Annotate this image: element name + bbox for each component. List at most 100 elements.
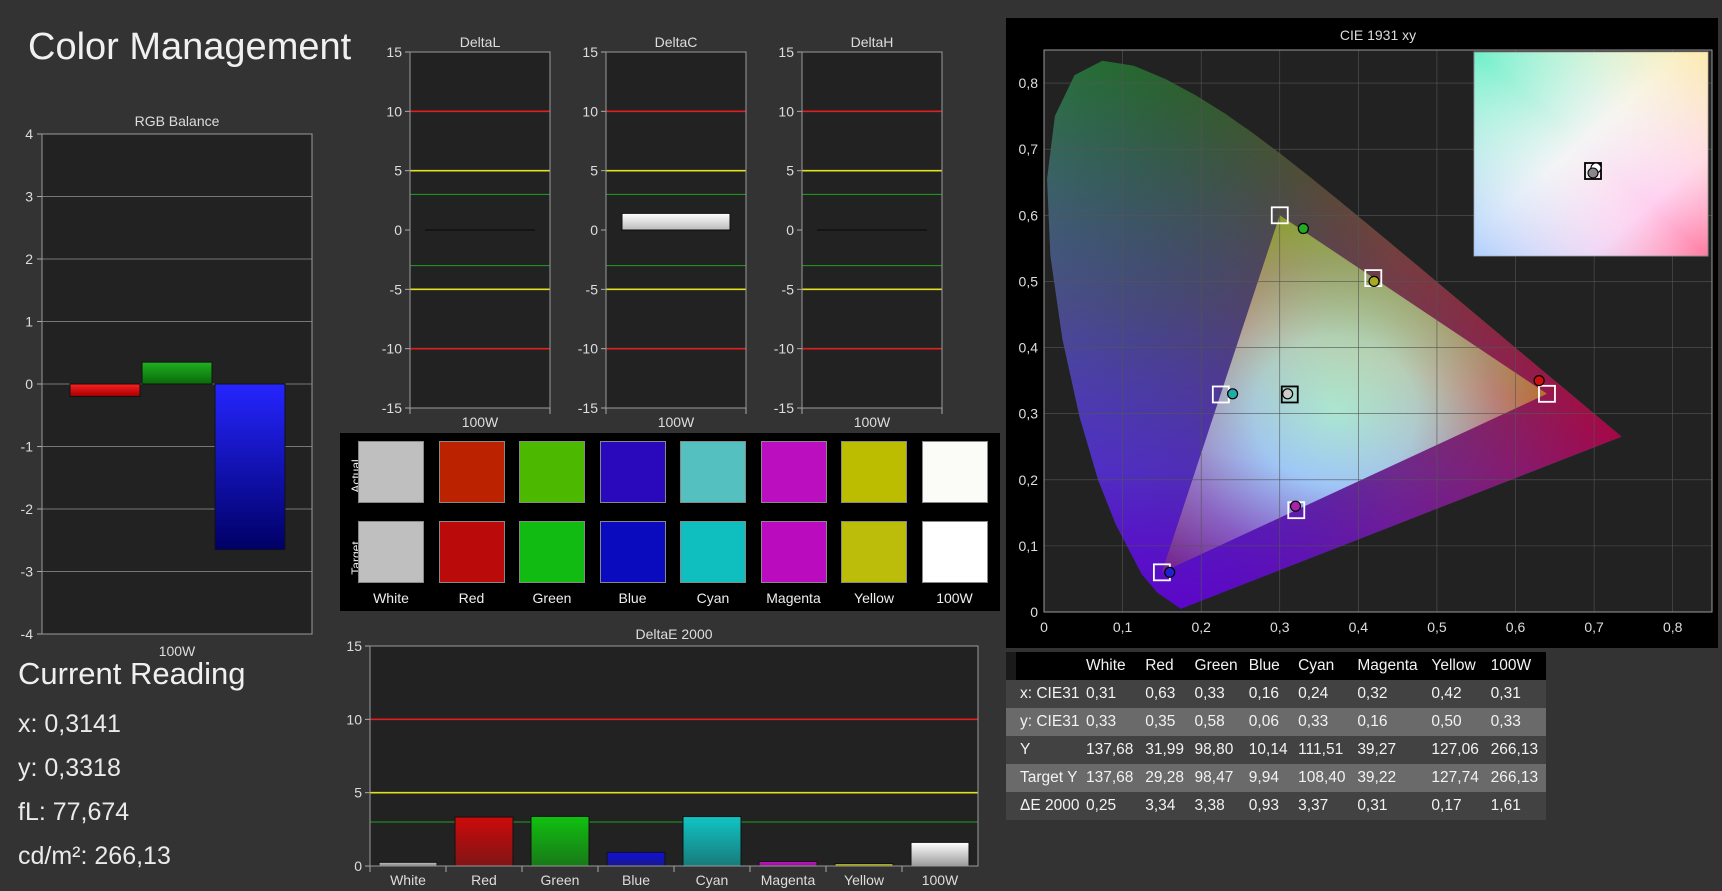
y-tick-label: 3: [25, 189, 33, 205]
table-cell: 29,28: [1141, 764, 1191, 792]
x-tick-label: 0,8: [1663, 619, 1683, 635]
row-label: x: CIE31: [1016, 680, 1082, 708]
column-header: Cyan: [1294, 652, 1354, 680]
y-tick-label: 15: [386, 44, 402, 60]
y-tick-label: 4: [25, 126, 33, 142]
deltae-2000-chart: DeltaE 2000 15 10 5 0 White Red Green Blue Cyan Ma…: [346, 626, 979, 888]
table-cell: 39,22: [1353, 764, 1428, 792]
swatch-panel: Actual Target White Red Green Blue Cyan Magenta…: [340, 433, 1000, 611]
swatch-target-red: [438, 521, 505, 583]
bar-red: [69, 383, 141, 397]
table-cell: 98,80: [1190, 736, 1245, 764]
measured-point-blue: [1164, 566, 1176, 578]
swatch-target-white: [358, 521, 424, 583]
deltal-chart: DeltaL 15 10 5 0 -5 -10 -15 100W: [382, 34, 551, 430]
table-cell: 0,31: [1486, 680, 1546, 708]
x-tick-label: 0,2: [1191, 619, 1211, 635]
reading-cdm2: cd/m²: 266,13: [18, 842, 171, 870]
table-cell: 3,34: [1141, 792, 1191, 820]
table-cell: 0,24: [1294, 680, 1354, 708]
x-tick-label: White: [390, 872, 426, 888]
swatch-actual-magenta: [760, 441, 827, 503]
swatch-label: 100W: [936, 590, 973, 606]
x-tick-label: 100W: [854, 414, 891, 430]
current-reading-heading: Current Reading: [18, 656, 246, 691]
x-tick-label: Green: [541, 872, 580, 888]
y-tick-label: 15: [346, 638, 362, 654]
x-tick-label: 0: [1040, 619, 1048, 635]
reading-fl: fL: 77,674: [18, 798, 130, 826]
swatch-target-cyan: [680, 521, 746, 583]
chart-title: DeltaL: [460, 34, 501, 50]
column-header: Yellow: [1427, 652, 1487, 680]
x-tick-label: 0,4: [1349, 619, 1369, 635]
y-tick-label: 0,6: [1019, 207, 1039, 223]
table-cell: 0,42: [1427, 680, 1487, 708]
deltac-chart: DeltaC 15 10 5 0 -5 -10 -15 100W: [578, 34, 747, 430]
white-point-inset-overlay: [1474, 52, 1708, 256]
y-tick-label: -4: [21, 626, 34, 642]
y-tick-label: 10: [386, 103, 402, 119]
x-tick-label: Magenta: [761, 872, 816, 888]
measured-point-red: [1533, 374, 1545, 387]
bar-green: [141, 361, 213, 385]
table-cell: 98,47: [1190, 764, 1245, 792]
swatch-label: Green: [532, 590, 572, 606]
table-cell: 10,14: [1244, 736, 1295, 764]
x-tick-label: Blue: [622, 872, 650, 888]
y-tick-label: 0,1: [1019, 538, 1039, 554]
table-cell: 3,37: [1294, 792, 1354, 820]
table-cell: 0,06: [1244, 708, 1295, 736]
y-tick-label: -15: [382, 400, 402, 416]
page-title: Color Management: [28, 26, 352, 68]
cie-1931-chart: CIE 1931 xy 0 0,1 0,2 0,3 0,4 0,5 0,6 0,7 0,8 0 0,1…: [1019, 27, 1713, 635]
y-tick-label: 0,3: [1019, 406, 1039, 422]
column-header: 100W: [1486, 652, 1546, 680]
x-tick-label: 100W: [658, 414, 695, 430]
chart-title: DeltaH: [851, 34, 894, 50]
y-tick-label: 15: [778, 44, 794, 60]
row-marker: [1006, 652, 1016, 680]
x-tick-label: Cyan: [696, 872, 729, 888]
column-header: White: [1082, 652, 1142, 680]
rgb-balance-chart: RGB Balance43210-1-2-3-4100W: [21, 113, 313, 659]
deltah-chart: DeltaH 15 10 5 0 -5 -10 -15 100W: [774, 34, 943, 430]
y-tick-label: 0: [786, 222, 794, 238]
y-tick-label: 0: [590, 222, 598, 238]
x-tick-label: Red: [471, 872, 497, 888]
table-cell: 31,99: [1141, 736, 1191, 764]
measured-point-yellow: [1368, 275, 1380, 288]
x-tick-label: 0,3: [1270, 619, 1290, 635]
y-tick-label: 5: [394, 163, 402, 179]
table-row: Target Y 137,68 29,28 98,47 9,94 108,40 39,22 1…: [1006, 764, 1546, 792]
swatch-actual-red: [438, 441, 505, 503]
y-tick-label: 0,8: [1019, 75, 1039, 91]
table-cell: 266,13: [1486, 764, 1546, 792]
y-tick-label: 2: [25, 251, 33, 267]
table-cell: 127,74: [1427, 764, 1487, 792]
row-marker: [1006, 736, 1016, 764]
swatch-actual-yellow: [841, 441, 907, 503]
swatch-label: Red: [458, 590, 485, 606]
swatch-target-green: [519, 521, 585, 583]
y-tick-label: 10: [582, 103, 598, 119]
table-cell: 0,31: [1353, 792, 1428, 820]
swatch-target-100w: [921, 521, 988, 583]
swatch-label: Blue: [618, 590, 647, 606]
y-tick-label: -15: [774, 400, 794, 416]
bar-blue: [214, 383, 286, 551]
bar-cyan: [682, 816, 742, 867]
table-row: Y 137,68 31,99 98,80 10,14 111,51 39,27 127,06 2…: [1006, 736, 1546, 764]
y-tick-label: 10: [346, 711, 362, 727]
table-cell: 1,61: [1486, 792, 1546, 820]
swatch-target-blue: [599, 521, 666, 583]
y-tick-label: 0,7: [1019, 141, 1039, 157]
y-tick-label: 0: [394, 222, 402, 238]
swatch-label: Yellow: [854, 590, 894, 606]
current-reading: Current Reading x: 0,3141 y: 0,3318 fL: …: [18, 656, 338, 878]
table-cell: 0,63: [1141, 680, 1191, 708]
measured-point-cyan: [1227, 388, 1239, 400]
swatch-actual-white: [358, 441, 424, 503]
x-tick-label: Yellow: [844, 872, 885, 888]
table-cell: 0,16: [1353, 708, 1428, 736]
